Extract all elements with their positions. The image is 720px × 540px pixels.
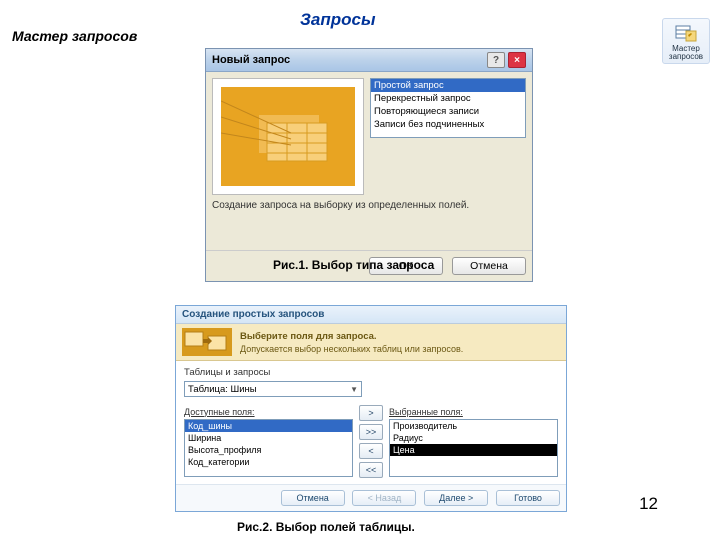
selected-fields-label: Выбранные поля: bbox=[389, 407, 558, 417]
next-button[interactable]: Далее > bbox=[424, 490, 488, 506]
list-item[interactable]: Цена bbox=[390, 444, 557, 456]
list-item[interactable]: Код_категории bbox=[185, 456, 352, 468]
query-wizard-ribbon-button[interactable]: Мастер запросов bbox=[662, 18, 710, 64]
page-number: 12 bbox=[639, 494, 658, 514]
help-button[interactable]: ? bbox=[487, 52, 505, 68]
dialog2-banner: Выберите поля для запроса. Допускается в… bbox=[176, 324, 566, 361]
query-type-option[interactable]: Повторяющиеся записи bbox=[371, 105, 525, 118]
table-select-combo[interactable]: Таблица: Шины ▼ bbox=[184, 381, 362, 397]
page-title: Запросы bbox=[300, 10, 376, 30]
list-item[interactable]: Код_шины bbox=[185, 420, 352, 432]
query-wizard-label: Мастер запросов bbox=[663, 45, 709, 61]
query-type-option[interactable]: Простой запрос bbox=[371, 79, 525, 92]
table-selected-value: Таблица: Шины bbox=[188, 384, 257, 395]
available-fields-list[interactable]: Код_шины Ширина Высота_профиля Код_катег… bbox=[184, 419, 353, 477]
dialog1-preview bbox=[212, 78, 364, 195]
dialog2-title: Создание простых запросов bbox=[176, 306, 566, 324]
cancel-button[interactable]: Отмена bbox=[281, 490, 345, 506]
list-item[interactable]: Высота_профиля bbox=[185, 444, 352, 456]
chevron-down-icon: ▼ bbox=[350, 385, 358, 394]
list-item[interactable]: Радиус bbox=[390, 432, 557, 444]
remove-all-button[interactable]: << bbox=[359, 462, 383, 478]
list-item[interactable]: Ширина bbox=[185, 432, 352, 444]
close-button[interactable]: × bbox=[508, 52, 526, 68]
add-one-button[interactable]: > bbox=[359, 405, 383, 421]
sidebar-label: Мастер запросов bbox=[12, 28, 137, 45]
list-item[interactable]: Производитель bbox=[390, 420, 557, 432]
new-query-dialog: Новый запрос ? × bbox=[205, 48, 533, 282]
finish-button[interactable]: Готово bbox=[496, 490, 560, 506]
query-type-option[interactable]: Записи без подчиненных bbox=[371, 118, 525, 131]
banner-line1: Выберите поля для запроса. bbox=[240, 331, 463, 342]
simple-query-wizard-dialog: Создание простых запросов Выберите поля … bbox=[175, 305, 567, 512]
dialog1-title-text: Новый запрос bbox=[212, 54, 290, 66]
remove-one-button[interactable]: < bbox=[359, 443, 383, 459]
figure2-caption: Рис.2. Выбор полей таблицы. bbox=[237, 520, 415, 534]
banner-line2: Допускается выбор нескольких таблиц или … bbox=[240, 344, 463, 354]
dialog1-description: Создание запроса на выборку из определен… bbox=[212, 200, 526, 230]
tables-queries-label: Таблицы и запросы bbox=[184, 367, 558, 378]
query-wizard-icon bbox=[674, 23, 698, 43]
back-button[interactable]: < Назад bbox=[352, 490, 416, 506]
selected-fields-list[interactable]: Производитель Радиус Цена bbox=[389, 419, 558, 477]
available-fields-label: Доступные поля: bbox=[184, 407, 353, 417]
query-type-option[interactable]: Перекрестный запрос bbox=[371, 92, 525, 105]
cancel-button[interactable]: Отмена bbox=[452, 257, 526, 275]
wizard-banner-icon bbox=[182, 328, 232, 356]
add-all-button[interactable]: >> bbox=[359, 424, 383, 440]
query-type-list[interactable]: Простой запрос Перекрестный запрос Повто… bbox=[370, 78, 526, 138]
figure1-caption: Рис.1. Выбор типа запроса bbox=[273, 258, 443, 272]
dialog1-titlebar: Новый запрос ? × bbox=[206, 49, 532, 72]
